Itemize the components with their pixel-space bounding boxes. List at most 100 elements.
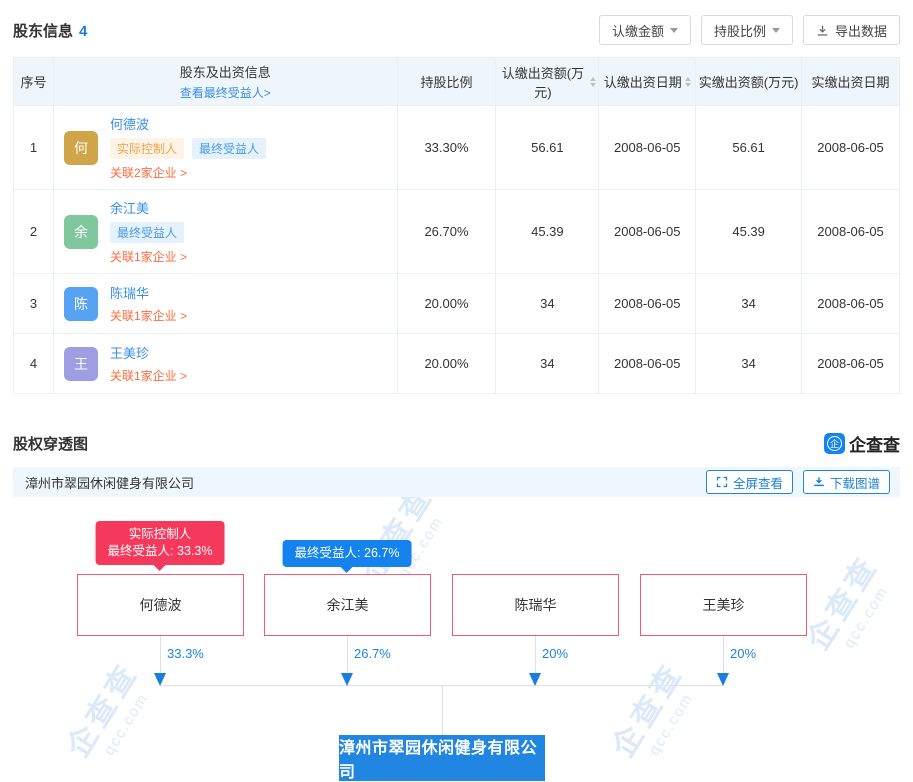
- shareholder-section: 股东信息 4 认缴金额 持股比例 导出数据: [0, 0, 913, 394]
- equity-chart-canvas: 企查查qcc.com 企查查qcc.com 企查查qcc.com 企查查qcc.…: [0, 497, 913, 782]
- shareholder-info-cell: 余 余江美 最终受益人 关联1家企业 >: [53, 190, 397, 274]
- table-row: 4 王 王美珍 关联1家企业 > 20.00% 34 2008-06-05: [14, 334, 900, 394]
- subscribed-date-cell: 2008-06-05: [599, 334, 696, 394]
- avatar: 陈: [64, 287, 98, 321]
- avatar: 王: [64, 347, 98, 381]
- subscribed-date-cell: 2008-06-05: [599, 274, 696, 334]
- arrow-down-icon: [154, 673, 166, 686]
- related-companies-link[interactable]: 关联1家企业 >: [110, 367, 187, 384]
- sort-icon[interactable]: [685, 77, 691, 87]
- ownership-percent-label: 20%: [542, 646, 568, 661]
- fullscreen-icon: [716, 476, 728, 488]
- row-no: 1: [14, 106, 54, 190]
- row-no: 4: [14, 334, 54, 394]
- col-header-subscribed-amount: 认缴出资额(万元): [496, 58, 599, 106]
- beneficiary-tag: 最终受益人: [192, 138, 266, 159]
- arrow-down-icon: [341, 673, 353, 686]
- ownership-percent-label: 26.7%: [354, 646, 391, 661]
- actual-controller-badge: 实际控制人 最终受益人: 33.3%: [96, 521, 225, 565]
- related-companies-link[interactable]: 关联2家企业 >: [110, 164, 187, 181]
- arrow-down-icon: [717, 673, 729, 686]
- ratio-cell: 33.30%: [397, 106, 496, 190]
- shareholder-info-cell: 王 王美珍 关联1家企业 >: [53, 334, 397, 394]
- paid-amount-cell: 45.39: [696, 190, 802, 274]
- subscribed-amount-header-label: 认缴出资额(万元): [498, 63, 587, 101]
- paid-date-cell: 2008-06-05: [802, 334, 900, 394]
- equity-bar-company-name: 漳州市翠园休闲健身有限公司: [25, 473, 194, 492]
- ownership-percent-label: 33.3%: [167, 646, 204, 661]
- equity-section: 股权穿透图 企 企查查 漳州市翠园休闲健身有限公司 全屏查看 下载图谱: [0, 431, 913, 497]
- subscribed-date-cell: 2008-06-05: [599, 190, 696, 274]
- col-header-info: 股东及出资信息 查看最终受益人>: [53, 58, 397, 106]
- shareholder-name-link[interactable]: 何德波: [110, 114, 149, 133]
- shareholder-count: 4: [79, 23, 87, 40]
- table-row: 1 何 何德波 实际控制人 最终受益人 关联2家企业 >: [14, 106, 900, 190]
- paid-date-cell: 2008-06-05: [802, 274, 900, 334]
- equity-section-header: 股权穿透图 企 企查查: [13, 431, 900, 456]
- col-header-paid-date: 实缴出资日期: [802, 58, 900, 106]
- ownership-percent-label: 20%: [730, 646, 756, 661]
- arrow-down-icon: [529, 673, 541, 686]
- subscribed-amount-dropdown[interactable]: 认缴金额: [599, 15, 691, 45]
- info-header-label: 股东及出资信息: [56, 62, 395, 81]
- col-header-no: 序号: [14, 58, 54, 106]
- shareholder-info-cell: 何 何德波 实际控制人 最终受益人 关联2家企业 >: [53, 106, 397, 190]
- download-chart-button[interactable]: 下载图谱: [803, 470, 890, 494]
- related-companies-link[interactable]: 关联1家企业 >: [110, 307, 187, 324]
- export-data-button[interactable]: 导出数据: [803, 15, 900, 45]
- subscribed-amount-cell: 34: [496, 274, 599, 334]
- connector-line: [442, 685, 443, 735]
- paid-date-cell: 2008-06-05: [802, 106, 900, 190]
- avatar: 何: [64, 131, 98, 165]
- fullscreen-label: 全屏查看: [733, 473, 783, 492]
- beneficiary-tag: 最终受益人: [110, 222, 184, 243]
- view-beneficiary-link[interactable]: 查看最终受益人>: [56, 84, 395, 101]
- fullscreen-button[interactable]: 全屏查看: [706, 470, 793, 494]
- subscribed-amount-cell: 45.39: [496, 190, 599, 274]
- related-companies-link[interactable]: 关联1家企业 >: [110, 248, 187, 265]
- table-header-row: 序号 股东及出资信息 查看最终受益人> 持股比例 认缴出资额(万元) 认缴出资日…: [14, 58, 900, 106]
- equity-node-company[interactable]: 漳州市翠园休闲健身有限公司: [339, 735, 545, 781]
- shareholder-name-link[interactable]: 陈瑞华: [110, 283, 149, 302]
- qcc-logo: 企 企查查: [824, 431, 900, 456]
- equity-node-shareholder[interactable]: 余江美: [264, 574, 431, 636]
- table-row: 3 陈 陈瑞华 关联1家企业 > 20.00% 34 2008-06-05: [14, 274, 900, 334]
- qcc-logo-text: 企查查: [849, 431, 900, 456]
- shareholder-section-header: 股东信息 4 认缴金额 持股比例 导出数据: [13, 0, 900, 45]
- equity-bar-buttons: 全屏查看 下载图谱: [706, 470, 890, 494]
- export-icon: [816, 24, 829, 37]
- actual-controller-tag: 实际控制人: [110, 138, 184, 159]
- equity-node-shareholder[interactable]: 王美珍: [640, 574, 807, 636]
- row-no: 3: [14, 274, 54, 334]
- shareholder-title: 股东信息: [13, 23, 73, 40]
- beneficiary-badge-label: 最终受益人: 26.7%: [295, 545, 400, 562]
- ratio-cell: 20.00%: [397, 334, 496, 394]
- row-no: 2: [14, 190, 54, 274]
- export-label: 导出数据: [835, 21, 887, 40]
- shareholder-name-link[interactable]: 余江美: [110, 198, 149, 217]
- page: 股东信息 4 认缴金额 持股比例 导出数据: [0, 0, 913, 782]
- equity-node-shareholder[interactable]: 何德波: [77, 574, 244, 636]
- sort-icon[interactable]: [590, 77, 596, 87]
- shareholder-toolbar: 认缴金额 持股比例 导出数据: [599, 15, 900, 45]
- equity-company-bar: 漳州市翠园休闲健身有限公司 全屏查看 下载图谱: [13, 467, 900, 497]
- controller-badge-line1: 实际控制人: [108, 526, 213, 543]
- subscribed-amount-cell: 56.61: [496, 106, 599, 190]
- holding-ratio-label: 持股比例: [714, 21, 766, 40]
- col-header-subscribed-date: 认缴出资日期: [599, 58, 696, 106]
- beneficiary-badge: 最终受益人: 26.7%: [283, 540, 412, 567]
- shareholder-title-wrap: 股东信息 4: [13, 20, 87, 41]
- equity-title: 股权穿透图: [13, 433, 88, 454]
- subscribed-date-cell: 2008-06-05: [599, 106, 696, 190]
- holding-ratio-dropdown[interactable]: 持股比例: [701, 15, 793, 45]
- qcc-watermark: 企查查qcc.com: [599, 652, 706, 773]
- controller-badge-line2: 最终受益人: 33.3%: [108, 543, 213, 560]
- col-header-ratio: 持股比例: [397, 58, 496, 106]
- equity-node-shareholder[interactable]: 陈瑞华: [452, 574, 619, 636]
- ratio-cell: 20.00%: [397, 274, 496, 334]
- table-row: 2 余 余江美 最终受益人 关联1家企业 >: [14, 190, 900, 274]
- subscribed-date-header-label: 认缴出资日期: [604, 72, 682, 91]
- shareholder-name-link[interactable]: 王美珍: [110, 343, 149, 362]
- ratio-cell: 26.70%: [397, 190, 496, 274]
- download-label: 下载图谱: [830, 473, 880, 492]
